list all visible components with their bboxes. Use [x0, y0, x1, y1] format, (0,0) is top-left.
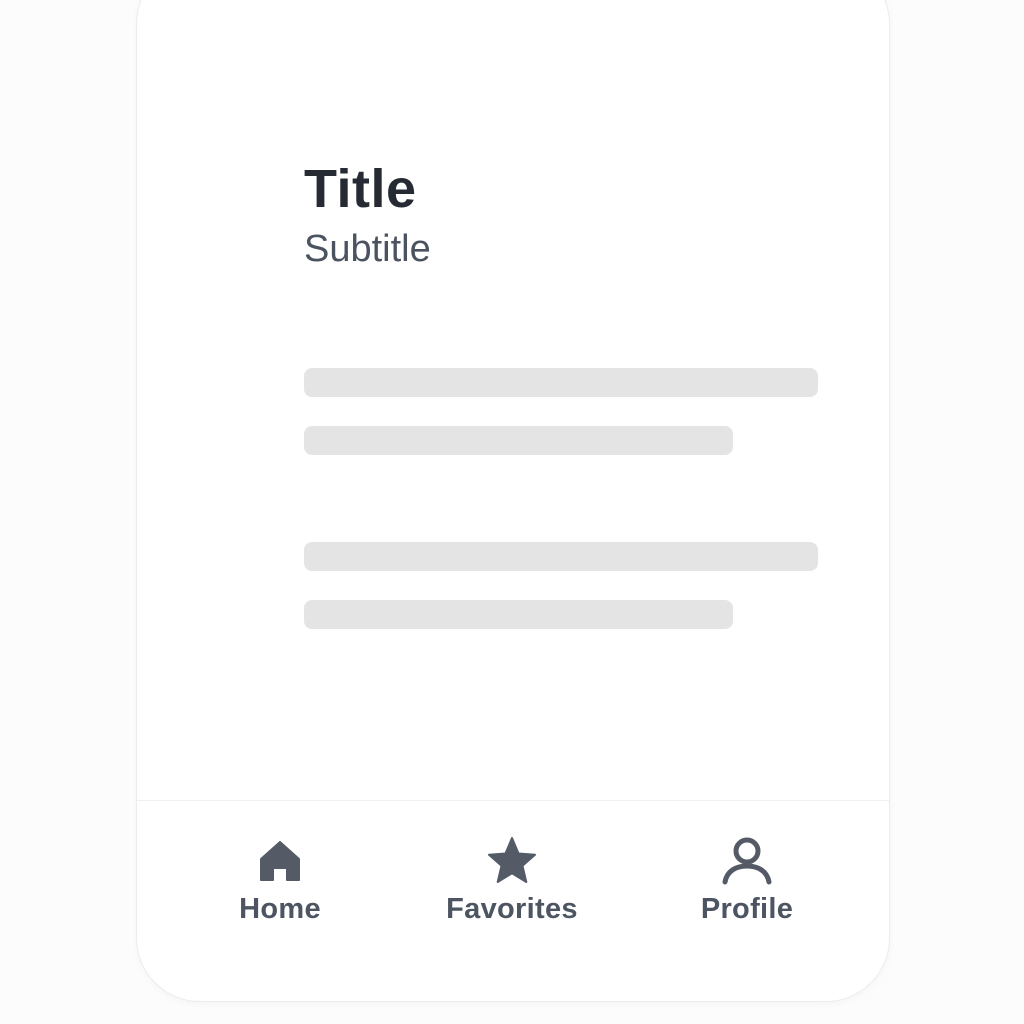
header: Title Subtitle [304, 157, 824, 271]
nav-item-home[interactable]: Home [180, 835, 380, 926]
nav-label-favorites: Favorites [446, 893, 578, 925]
page-subtitle: Subtitle [304, 228, 431, 270]
bottom-nav: Home Favorites Profile [137, 801, 889, 1001]
nav-item-profile[interactable]: Profile [647, 835, 847, 926]
home-icon [254, 835, 306, 887]
nav-label-home: Home [239, 893, 321, 925]
user-icon [721, 835, 773, 887]
star-icon [486, 835, 538, 887]
skeleton-line [304, 600, 733, 629]
skeleton-line [304, 368, 818, 397]
nav-label-profile: Profile [700, 893, 794, 925]
page-title: Title [304, 159, 417, 219]
nav-item-favorites[interactable]: Favorites [412, 835, 612, 926]
skeleton-line [304, 426, 733, 455]
skeleton-line [304, 542, 818, 571]
app-screen: Title Subtitle Home Favorites Profile [136, 0, 890, 1002]
